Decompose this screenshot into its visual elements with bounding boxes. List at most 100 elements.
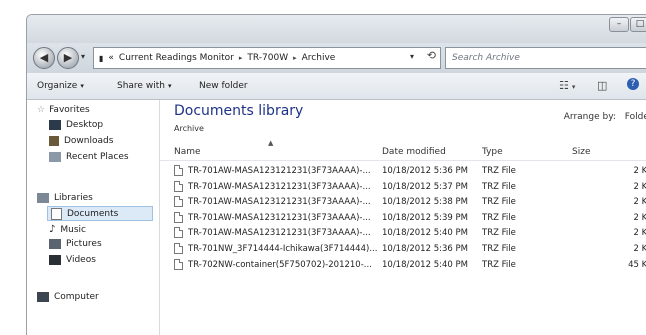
file-icon (174, 180, 183, 192)
share-with-label: Share with (117, 81, 165, 91)
command-toolbar: Organize ▾ Share with ▾ New folder ☷ ▾ ◫ ? (27, 73, 646, 100)
column-headers: ▲ Name Date modified Type Size (160, 139, 646, 161)
nav-desktop-label: Desktop (66, 120, 104, 130)
nav-desktop[interactable]: Desktop (49, 120, 103, 130)
nav-music-label: Music (60, 224, 86, 235)
file-row[interactable]: TR-701AW-MASA123121231(3F73AAAA)-... 10/… (160, 164, 646, 180)
file-size: 2 KB (633, 181, 646, 192)
arrange-by-label: Arrange by: (563, 112, 616, 122)
file-row[interactable]: TR-701AW-MASA123121231(3F73AAAA)-... 10/… (160, 226, 646, 242)
file-type: TRZ File (482, 228, 516, 239)
share-with-button[interactable]: Share with ▾ (117, 81, 171, 91)
nav-pictures-label: Pictures (66, 239, 102, 249)
file-type: TRZ File (482, 212, 516, 223)
star-icon: ☆ (37, 105, 46, 115)
minimize-button[interactable]: – (609, 17, 629, 32)
organize-button[interactable]: Organize ▾ (37, 81, 84, 91)
nav-downloads-label: Downloads (64, 136, 114, 146)
new-folder-label: New folder (199, 81, 248, 91)
help-icon[interactable]: ? (627, 78, 639, 90)
column-header-size[interactable]: Size (572, 147, 590, 157)
recent-places-icon (49, 152, 61, 162)
file-date: 10/18/2012 5:38 PM (382, 197, 468, 208)
file-name: TR-702NW-container(5F750702)-201210-... (188, 259, 372, 270)
nav-documents-label: Documents (67, 208, 119, 219)
views-icon: ☷ (559, 79, 569, 92)
breadcrumb-separator-icon[interactable]: ▸ (239, 54, 243, 62)
nav-favorites[interactable]: ☆ Favorites (37, 105, 90, 115)
nav-computer[interactable]: Computer (37, 292, 99, 302)
file-row[interactable]: TR-701AW-MASA123121231(3F73AAAA)-... 10/… (160, 195, 646, 211)
videos-icon (49, 255, 61, 265)
arrange-by: Arrange by: Folder ▾ (564, 112, 646, 122)
file-name: TR-701NW_3F714444-Ichikawa(3F714444)... (188, 243, 378, 254)
chevron-down-icon: ▾ (80, 82, 84, 90)
file-name: TR-701AW-MASA123121231(3F73AAAA)-... (188, 212, 371, 223)
file-type: TRZ File (482, 197, 516, 208)
file-icon (174, 196, 183, 208)
nav-documents[interactable]: Documents (47, 206, 153, 221)
documents-icon (51, 207, 62, 220)
file-icon (174, 165, 183, 176)
breadcrumb-separator-icon[interactable]: ▸ (293, 54, 297, 62)
nav-music[interactable]: ♪ Music (49, 224, 86, 235)
nav-downloads[interactable]: Downloads (49, 136, 113, 146)
column-header-name[interactable]: Name (174, 147, 201, 157)
window-controls: – □ ✕ (608, 17, 646, 32)
back-arrow-icon: ◀ (39, 51, 49, 64)
file-row[interactable]: TR-701NW_3F714444-Ichikawa(3F714444)... … (160, 242, 646, 258)
file-size: 2 KB (633, 197, 646, 208)
file-type: TRZ File (482, 259, 516, 270)
breadcrumb-archive[interactable]: Archive (302, 53, 336, 63)
file-name: TR-701AW-MASA123121231(3F73AAAA)-... (188, 181, 371, 192)
maximize-button[interactable]: □ (630, 17, 646, 32)
libraries-icon (37, 193, 49, 203)
downloads-icon (49, 136, 59, 146)
nav-libraries-label: Libraries (54, 193, 93, 203)
column-header-date-modified[interactable]: Date modified (382, 147, 446, 157)
refresh-icon[interactable]: ⟲ (427, 49, 436, 62)
nav-computer-label: Computer (54, 292, 99, 302)
forward-button[interactable]: ▶ (57, 47, 79, 69)
file-date: 10/18/2012 5:37 PM (382, 181, 468, 192)
nav-videos-label: Videos (66, 255, 96, 265)
new-folder-button[interactable]: New folder (199, 81, 248, 91)
address-bar[interactable]: ▮ « Current Readings Monitor ▸ TR-700W ▸… (93, 47, 441, 69)
content-area: ☆ Favorites Desktop Downloads Recent Pla… (27, 100, 646, 335)
breadcrumb-overflow[interactable]: « (108, 53, 114, 63)
library-title: Documents library (174, 103, 304, 119)
computer-icon (37, 292, 49, 302)
file-icon (174, 242, 183, 254)
nav-videos[interactable]: Videos (49, 255, 96, 265)
file-icon (174, 227, 183, 239)
arrange-by-value: Folder (624, 112, 646, 122)
pictures-icon (49, 239, 61, 249)
nav-recent-places[interactable]: Recent Places (49, 152, 129, 162)
file-icon (174, 211, 183, 223)
nav-libraries[interactable]: Libraries (37, 193, 93, 203)
column-header-type[interactable]: Type (482, 147, 503, 157)
nav-pictures[interactable]: Pictures (49, 239, 102, 249)
address-history-dropdown[interactable]: ▾ (410, 52, 414, 61)
file-row[interactable]: TR-701AW-MASA123121231(3F73AAAA)-... 10/… (160, 211, 646, 227)
chevron-down-icon: ▾ (167, 82, 172, 90)
file-date: 10/18/2012 5:40 PM (382, 259, 468, 270)
file-size: 45 KB (628, 259, 646, 270)
file-type: TRZ File (482, 181, 516, 192)
file-row[interactable]: TR-702NW-container(5F750702)-201210-... … (160, 258, 646, 274)
search-input[interactable]: Search Archive (445, 47, 646, 69)
file-row[interactable]: TR-701AW-MASA123121231(3F73AAAA)-... 10/… (160, 180, 646, 196)
organize-label: Organize (37, 81, 78, 91)
file-list-pane: Documents library Archive Arrange by: Fo… (160, 100, 646, 335)
back-button[interactable]: ◀ (33, 47, 55, 69)
breadcrumb-tr-700w[interactable]: TR-700W (247, 53, 288, 63)
file-date: 10/18/2012 5:36 PM (382, 166, 468, 176)
file-name: TR-701AW-MASA123121231(3F73AAAA)-... (188, 197, 371, 208)
preview-pane-button[interactable]: ◫ (597, 79, 607, 92)
file-size: 2 KB (633, 212, 646, 223)
arrange-by-dropdown[interactable]: Folder ▾ (625, 112, 646, 122)
desktop-icon (49, 120, 61, 130)
change-view-button[interactable]: ☷ ▾ (559, 79, 575, 92)
breadcrumb-current-readings-monitor[interactable]: Current Readings Monitor (119, 53, 234, 63)
recent-pages-dropdown[interactable]: ▾ (81, 52, 85, 61)
